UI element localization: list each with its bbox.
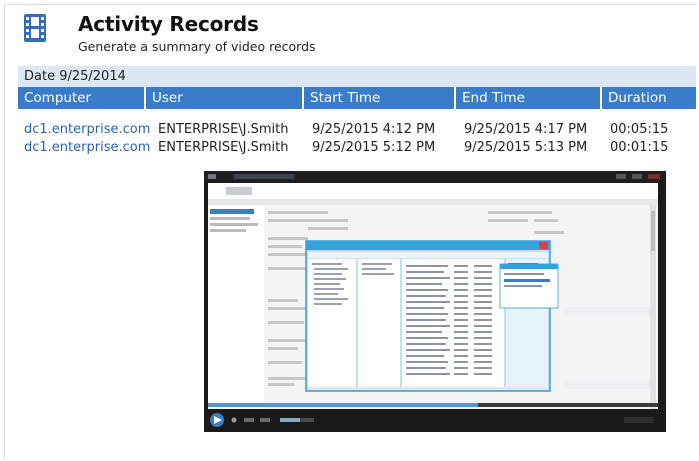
duration-cell: 00:05:15 [610,122,669,137]
user-cell: ENTERPRISE\J.Smith [158,140,289,155]
start-time-cell: 9/25/2015 4:12 PM [312,122,436,137]
screen-recording-preview [204,171,666,432]
video-thumbnail[interactable] [204,171,666,432]
end-time-cell: 9/25/2015 4:17 PM [464,122,588,137]
date-group-header: Date 9/25/2014 [18,66,696,87]
computer-link[interactable]: dc1.enterprise.com [18,139,150,157]
column-header-end-time: End Time [456,87,600,109]
duration-cell: 00:01:15 [610,140,669,155]
column-header-duration: Duration [602,87,696,109]
column-header-start-time: Start Time [304,87,454,109]
page-subtitle: Generate a summary of video records [78,39,316,54]
column-header-computer: Computer [18,87,144,109]
table-row: dc1.enterprise.com ENTERPRISE\J.Smith 9/… [18,139,696,157]
table-row: dc1.enterprise.com ENTERPRISE\J.Smith 9/… [18,121,696,139]
page-title: Activity Records [78,12,259,36]
start-time-cell: 9/25/2015 5:12 PM [312,140,436,155]
column-header-user: User [146,87,302,109]
table-header: Computer User Start Time End Time Durati… [18,87,696,109]
film-reel-icon [24,14,46,42]
user-cell: ENTERPRISE\J.Smith [158,122,289,137]
computer-link[interactable]: dc1.enterprise.com [18,121,150,139]
end-time-cell: 9/25/2015 5:13 PM [464,140,588,155]
